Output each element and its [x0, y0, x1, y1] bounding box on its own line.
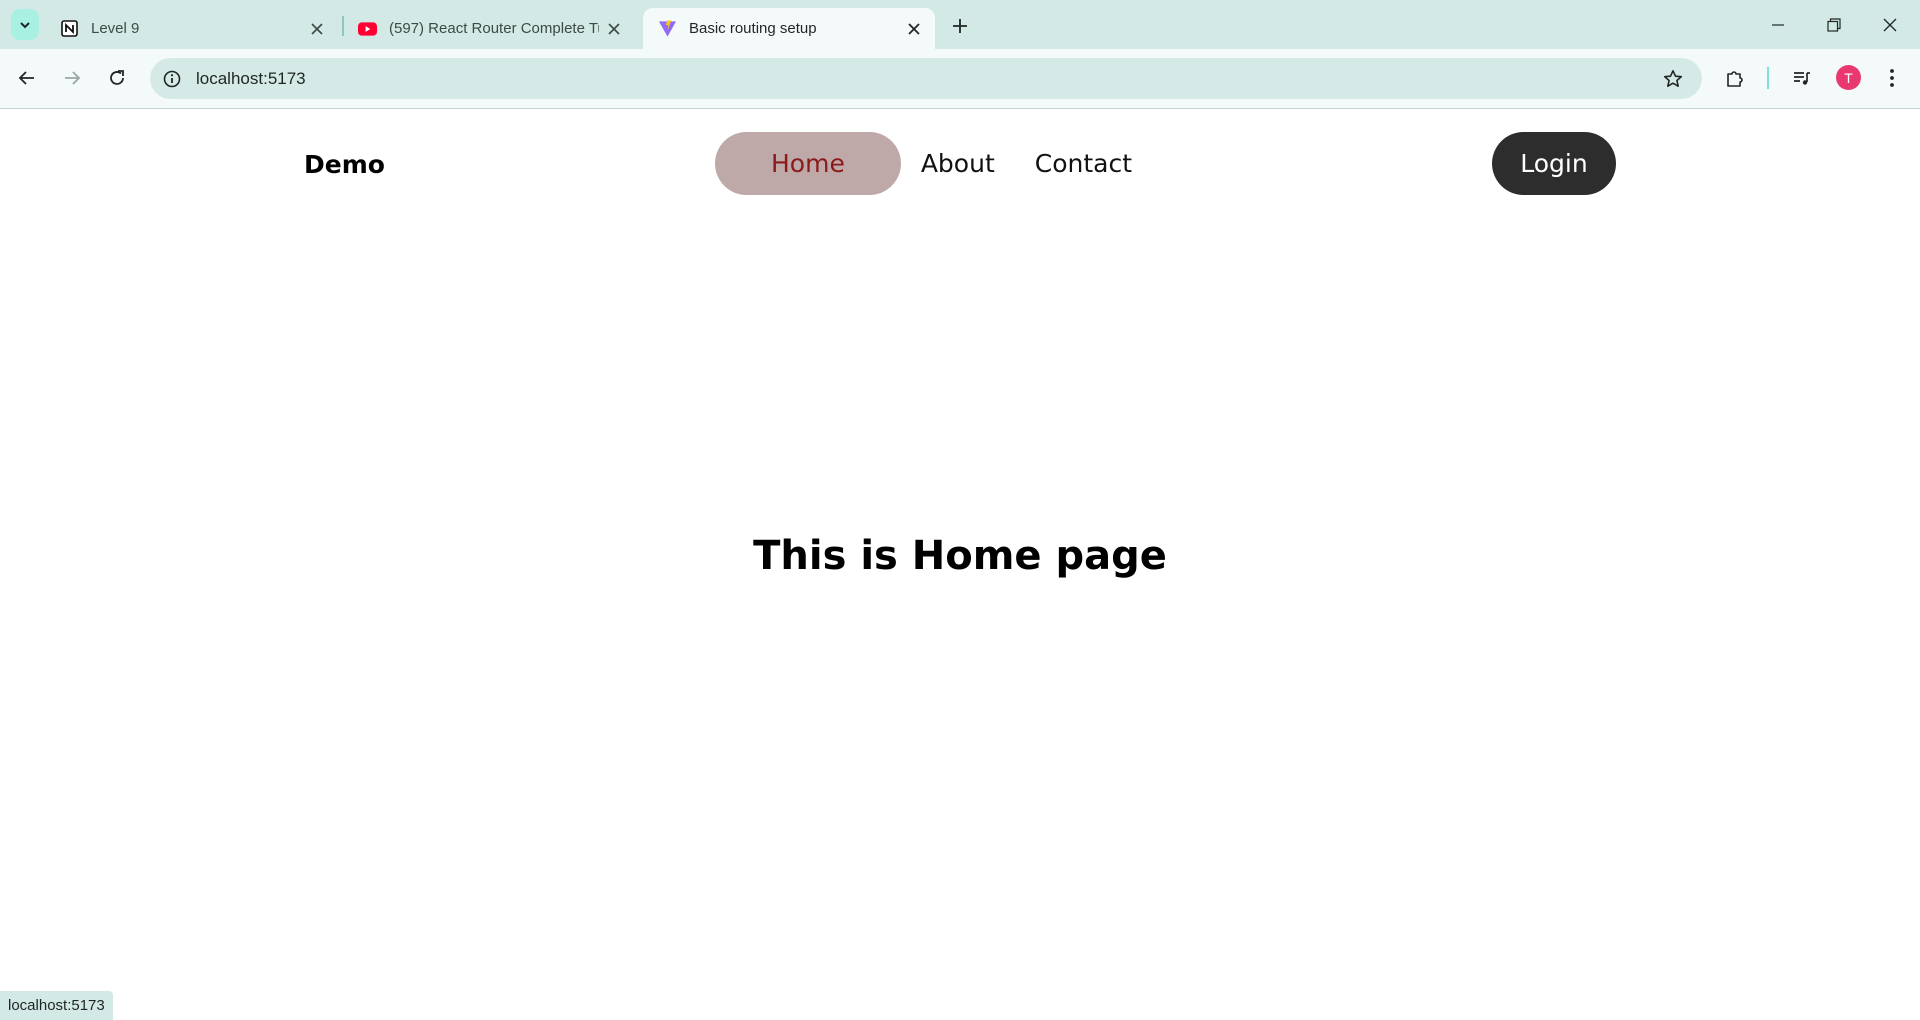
toolbar-divider [1767, 67, 1769, 89]
back-button[interactable] [9, 60, 45, 96]
nav-link-about[interactable]: About [901, 132, 1015, 195]
arrow-left-icon [18, 71, 34, 85]
reload-button[interactable] [99, 60, 135, 96]
tab-strip: Level 9 (597) React Router Complete Tu B… [0, 0, 1920, 49]
plus-icon [953, 19, 967, 33]
reload-icon [110, 70, 124, 85]
profile-avatar[interactable]: T [1836, 65, 1861, 90]
address-bar[interactable]: localhost:5173 [150, 58, 1702, 99]
restore-icon [1827, 17, 1841, 32]
tab-title: (597) React Router Complete Tu [389, 20, 599, 37]
notion-icon [60, 19, 79, 38]
chevron-down-icon [20, 21, 30, 28]
close-icon[interactable] [899, 14, 929, 44]
site-nav: Home About Contact [715, 132, 1152, 195]
new-tab-button[interactable] [944, 10, 976, 42]
page-heading: This is Home page [0, 533, 1920, 579]
youtube-icon [358, 19, 377, 38]
tab-title: Level 9 [91, 20, 140, 37]
tab-basic-routing-setup[interactable]: Basic routing setup [643, 8, 935, 49]
minimize-button[interactable] [1750, 0, 1806, 49]
queue-music-icon [1794, 72, 1810, 85]
tab-react-router[interactable]: (597) React Router Complete Tu [343, 8, 635, 49]
close-icon [1883, 18, 1897, 31]
nav-link-contact[interactable]: Contact [1015, 132, 1152, 195]
profile-initial: T [1844, 69, 1853, 86]
page-heading-text: This is Home page [753, 533, 1167, 579]
close-window-button[interactable] [1862, 0, 1918, 49]
bookmark-star-icon[interactable] [1662, 68, 1684, 90]
vite-icon [658, 19, 677, 38]
status-bar: localhost:5173 [0, 991, 113, 1020]
site-info-icon[interactable] [162, 69, 182, 89]
tab-level-9[interactable]: Level 9 [45, 8, 338, 49]
puzzle-icon [1727, 71, 1743, 87]
browser-toolbar: localhost:5173 T [0, 49, 1920, 109]
minimize-icon [1772, 23, 1784, 26]
extensions-button[interactable] [1717, 60, 1753, 96]
login-button[interactable]: Login [1492, 132, 1616, 195]
page-viewport: Demo Home About Contact Login This is Ho… [0, 109, 1920, 1020]
close-icon[interactable] [302, 14, 332, 44]
status-url: localhost:5173 [8, 997, 105, 1014]
arrow-right-icon [65, 71, 81, 85]
more-vertical-icon [1890, 69, 1894, 87]
tab-title: Basic routing setup [689, 20, 817, 37]
nav-link-home[interactable]: Home [715, 132, 901, 195]
tab-search-button[interactable] [11, 9, 39, 40]
restore-button[interactable] [1806, 0, 1862, 49]
forward-button[interactable] [54, 60, 90, 96]
url-text[interactable]: localhost:5173 [196, 69, 306, 89]
close-icon[interactable] [599, 14, 629, 44]
browser-menu-button[interactable] [1874, 60, 1910, 96]
site-brand[interactable]: Demo [304, 150, 385, 179]
media-controls-button[interactable] [1784, 60, 1820, 96]
